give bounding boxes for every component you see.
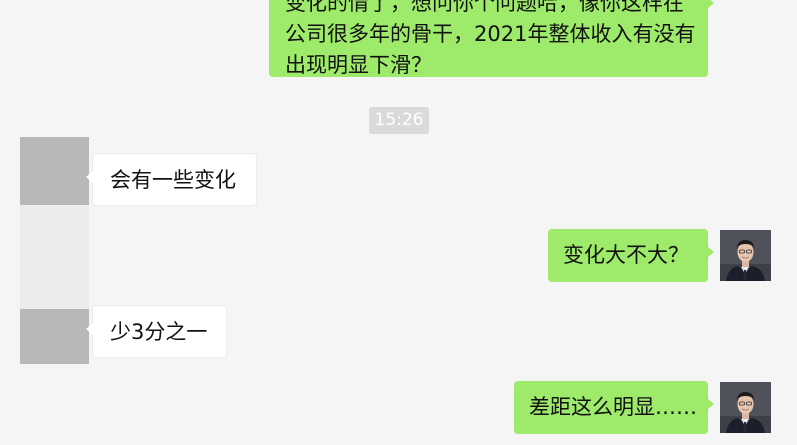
contact-avatar[interactable]	[20, 309, 89, 364]
message-text: 变化大不大？	[563, 243, 689, 267]
avatar-column-divider	[20, 205, 89, 309]
chat-window: 变化的情了，想问你个问题哈，像你这样在 公司很多年的骨干，2021年整体收入有没…	[0, 0, 797, 445]
user-avatar-photo-icon[interactable]	[720, 382, 771, 433]
incoming-message-bubble[interactable]: 少3分之一	[86, 305, 227, 358]
message-text: 差距这么明显……	[529, 395, 697, 419]
outgoing-message-bubble[interactable]: 变化大不大？	[548, 229, 714, 282]
message-text: 会有一些变化	[110, 168, 236, 192]
message-line: 公司很多年的骨干，2021年整体收入有没有	[285, 22, 696, 46]
outgoing-message-bubble[interactable]: 变化的情了，想问你个问题哈，像你这样在 公司很多年的骨干，2021年整体收入有没…	[269, 0, 714, 77]
message-line: 出现明显下滑？	[285, 53, 432, 77]
incoming-message-bubble[interactable]: 会有一些变化	[86, 153, 257, 206]
message-line: 变化的情了，想问你个问题哈，像你这样在	[285, 0, 684, 15]
message-text: 少3分之一	[110, 320, 208, 344]
outgoing-message-bubble[interactable]: 差距这么明显……	[514, 381, 714, 434]
message-timestamp: 15:26	[369, 107, 429, 134]
contact-avatar[interactable]	[20, 137, 89, 206]
user-avatar-photo-icon[interactable]	[720, 230, 771, 281]
